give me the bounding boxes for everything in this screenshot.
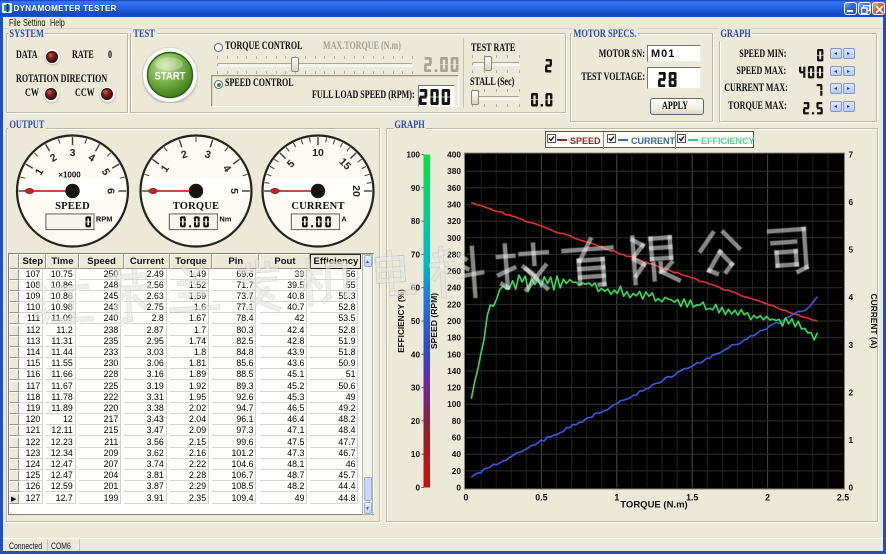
svg-text:80: 80 bbox=[452, 416, 462, 426]
svg-text:3: 3 bbox=[849, 340, 854, 350]
svg-text:240: 240 bbox=[447, 283, 461, 293]
svg-text:2.5: 2.5 bbox=[837, 493, 849, 503]
svg-text:80: 80 bbox=[411, 217, 421, 226]
svg-text:1: 1 bbox=[849, 435, 854, 445]
svg-text:EFFICIENCY (%): EFFICIENCY (%) bbox=[397, 289, 406, 353]
svg-text:5: 5 bbox=[228, 188, 240, 194]
svg-text:320: 320 bbox=[447, 216, 461, 226]
svg-text:4: 4 bbox=[849, 292, 854, 302]
svg-text:0: 0 bbox=[464, 493, 469, 503]
svg-text:RPM: RPM bbox=[96, 215, 113, 224]
svg-text:100: 100 bbox=[447, 399, 461, 409]
svg-text:20: 20 bbox=[350, 185, 362, 197]
svg-text:120: 120 bbox=[447, 383, 461, 393]
svg-text:50: 50 bbox=[411, 317, 421, 326]
svg-text:10: 10 bbox=[312, 147, 324, 159]
svg-text:A: A bbox=[341, 215, 347, 224]
svg-text:90: 90 bbox=[411, 184, 421, 193]
svg-text:7: 7 bbox=[849, 150, 854, 160]
svg-text:200: 200 bbox=[447, 316, 461, 326]
svg-text:1: 1 bbox=[614, 493, 619, 503]
svg-text:2: 2 bbox=[849, 387, 854, 397]
svg-text:1.5: 1.5 bbox=[686, 493, 698, 503]
svg-text:0: 0 bbox=[849, 483, 854, 493]
svg-text:6: 6 bbox=[105, 188, 117, 194]
svg-text:SPEED: SPEED bbox=[55, 201, 90, 212]
svg-text:60: 60 bbox=[411, 284, 421, 293]
svg-text:280: 280 bbox=[447, 249, 461, 259]
svg-text:300: 300 bbox=[447, 233, 461, 243]
svg-text:100: 100 bbox=[406, 151, 420, 160]
svg-text:220: 220 bbox=[447, 299, 461, 309]
svg-text:×1000: ×1000 bbox=[58, 171, 81, 180]
svg-text:START: START bbox=[155, 71, 186, 83]
svg-text:160: 160 bbox=[447, 349, 461, 359]
svg-text:TORQUE (N.m): TORQUE (N.m) bbox=[620, 500, 687, 511]
svg-text:260: 260 bbox=[447, 266, 461, 276]
svg-text:0: 0 bbox=[415, 484, 420, 493]
svg-text:60: 60 bbox=[452, 433, 462, 443]
svg-text:380: 380 bbox=[447, 166, 461, 176]
svg-text:10: 10 bbox=[411, 450, 421, 459]
svg-text:0: 0 bbox=[456, 483, 461, 493]
svg-text:SPEED (RPM): SPEED (RPM) bbox=[429, 293, 439, 349]
svg-text:CURRENT: CURRENT bbox=[291, 201, 344, 212]
svg-text:20: 20 bbox=[411, 417, 421, 426]
svg-text:340: 340 bbox=[447, 199, 461, 209]
svg-text:40: 40 bbox=[452, 449, 462, 459]
svg-text:0.5: 0.5 bbox=[535, 493, 547, 503]
svg-text:3: 3 bbox=[70, 147, 76, 159]
svg-text:2: 2 bbox=[765, 493, 770, 503]
svg-text:CURRENT (A): CURRENT (A) bbox=[869, 294, 879, 349]
svg-text:TORQUE: TORQUE bbox=[173, 201, 220, 212]
svg-text:400: 400 bbox=[447, 150, 461, 160]
svg-text:Nm: Nm bbox=[219, 215, 231, 224]
svg-text:30: 30 bbox=[411, 384, 421, 393]
svg-text:360: 360 bbox=[447, 183, 461, 193]
svg-text:5: 5 bbox=[849, 245, 854, 255]
svg-text:180: 180 bbox=[447, 333, 461, 343]
svg-text:20: 20 bbox=[452, 466, 462, 476]
svg-text:6: 6 bbox=[849, 197, 854, 207]
svg-text:40: 40 bbox=[411, 350, 421, 359]
svg-text:70: 70 bbox=[411, 250, 421, 259]
svg-text:140: 140 bbox=[447, 366, 461, 376]
